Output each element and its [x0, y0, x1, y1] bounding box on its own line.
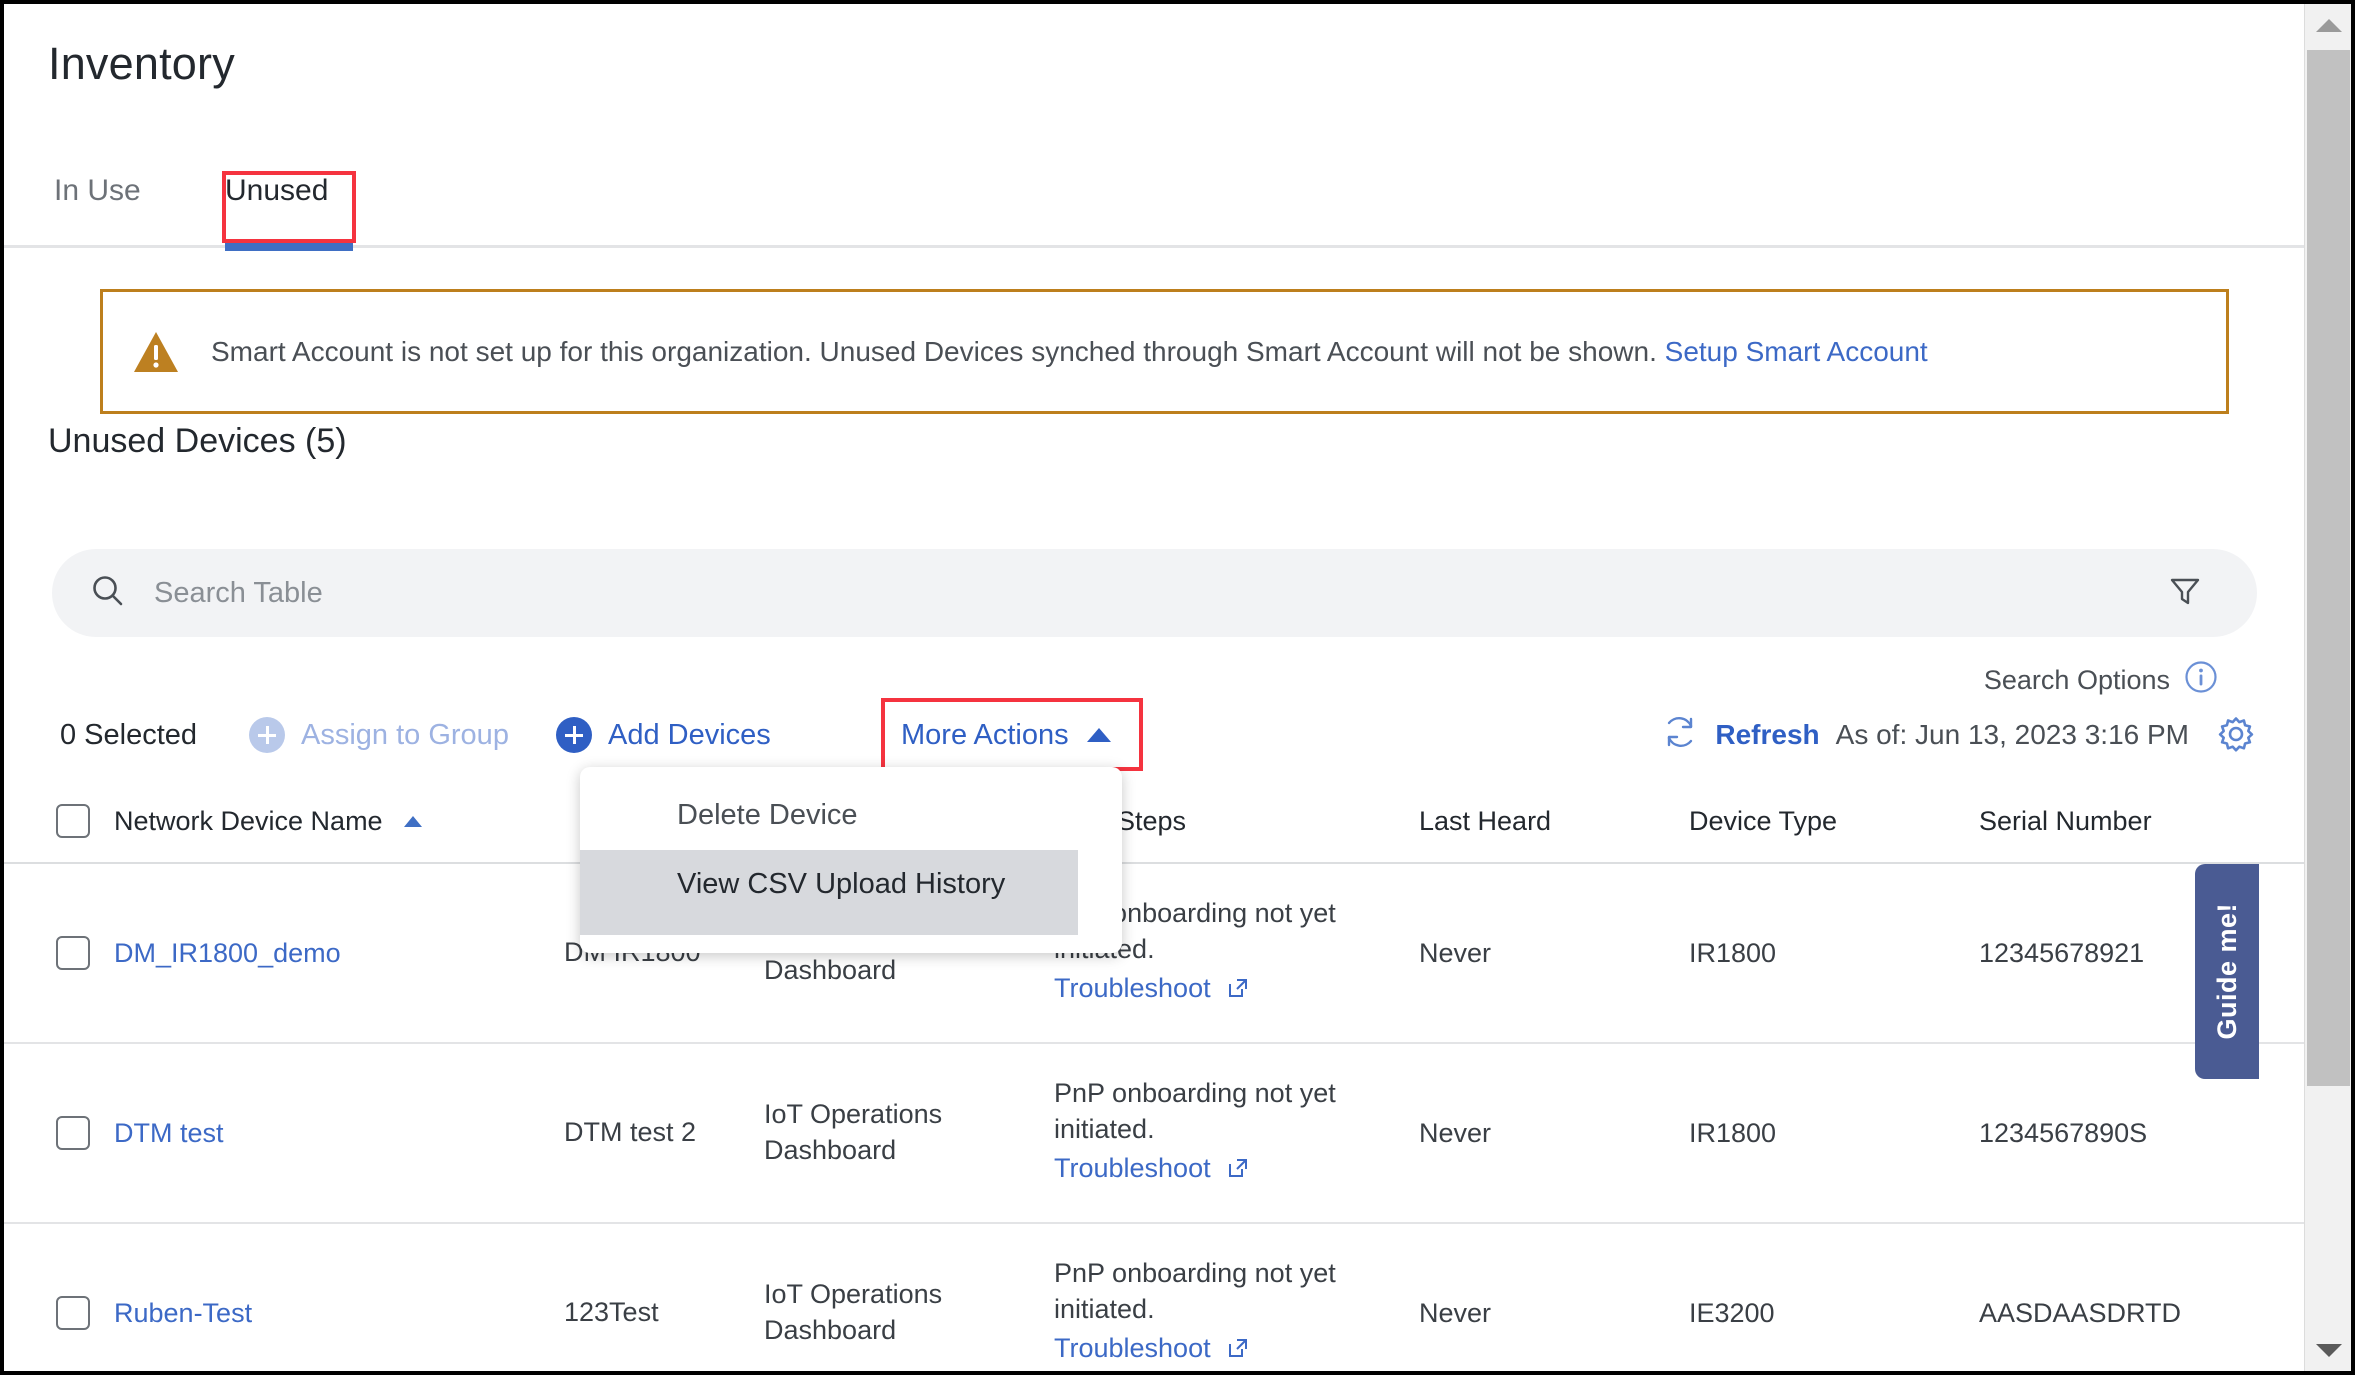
cell-device-type: IR1800 [1689, 937, 1777, 968]
search-options-control[interactable]: Search Options [1984, 660, 2218, 701]
refresh-label[interactable]: Refresh [1715, 719, 1819, 751]
cell-network-device-name: Ruben-Test [114, 1298, 564, 1329]
row-select-cell [4, 1296, 114, 1330]
row-checkbox[interactable] [56, 936, 90, 970]
troubleshoot-line: Troubleshoot [1054, 1151, 1409, 1190]
search-icon [90, 573, 126, 614]
assign-to-group-label: Assign to Group [301, 718, 509, 751]
inventory-page: Inventory In Use Unused Smart Account is… [4, 4, 2304, 1371]
cell-hidden-1: 123Test [564, 1297, 659, 1328]
table-row[interactable]: DM_IR1800_demo DM IR1800 IoT Operations … [4, 864, 2304, 1044]
device-name-link[interactable]: Ruben-Test [114, 1298, 252, 1328]
add-devices-button[interactable]: Add Devices [556, 700, 771, 770]
troubleshoot-link[interactable]: Troubleshoot [1054, 1153, 1211, 1183]
cell-last-heard: Never [1419, 1297, 1492, 1328]
menu-item-delete-device[interactable]: Delete Device [580, 781, 1122, 850]
filter-funnel-icon[interactable] [2167, 573, 2203, 614]
inventory-tabs: In Use Unused [4, 154, 2304, 251]
assign-to-group-button[interactable]: Assign to Group [249, 700, 509, 770]
selected-count-label: 0 Selected [60, 718, 198, 751]
search-table-bar[interactable] [52, 549, 2257, 637]
column-header-serial-number[interactable]: Serial Number [1979, 806, 2299, 837]
page-scrollbar[interactable] [2304, 4, 2351, 1371]
cell-hidden-1: DTM test 2 [564, 1117, 697, 1148]
refresh-group: Refresh As of: Jun 13, 2023 3:16 PM [1661, 700, 2189, 770]
setup-smart-account-link[interactable]: Setup Smart Account [1665, 336, 1928, 367]
cell-hidden-2: IoT Operations Dashboard [764, 1279, 943, 1345]
cell-last-heard: Never [1419, 937, 1492, 968]
cell-serial-number: AASDAASDRTD [1979, 1297, 2182, 1328]
cell-network-device-name: DM_IR1800_demo [114, 938, 564, 969]
row-select-cell [4, 936, 114, 970]
row-checkbox[interactable] [56, 1296, 90, 1330]
menu-item-view-csv-upload-history[interactable]: View CSV Upload History [580, 850, 1078, 935]
smart-account-warning-banner: Smart Account is not set up for this org… [100, 289, 2229, 414]
troubleshoot-line: Troubleshoot [1054, 971, 1409, 1010]
search-options-label: Search Options [1983, 665, 2170, 695]
scroll-down-arrow-icon[interactable] [2305, 1329, 2351, 1371]
troubleshoot-link[interactable]: Troubleshoot [1054, 1333, 1211, 1363]
external-link-icon [1226, 1156, 1250, 1186]
warning-message-text: Smart Account is not set up for this org… [211, 335, 1657, 367]
tab-active-underline [225, 242, 353, 251]
next-steps-text: PnP onboarding not yet initiated. [1054, 1077, 1336, 1144]
cell-device-type: IE3200 [1689, 1297, 1775, 1328]
device-name-link[interactable]: DTM test [114, 1118, 224, 1148]
gear-icon[interactable] [2216, 714, 2256, 759]
scroll-up-arrow-icon[interactable] [2305, 4, 2351, 46]
external-link-icon [1226, 1336, 1250, 1366]
unused-devices-table: Network Device Name Next Steps Last Hear… [4, 780, 2304, 1371]
browser-viewport: Inventory In Use Unused Smart Account is… [0, 0, 2355, 1375]
column-header-device-type[interactable]: Device Type [1689, 806, 1979, 837]
scrollbar-thumb[interactable] [2307, 50, 2350, 1086]
cell-last-heard: Never [1419, 1117, 1492, 1148]
cell-next-steps: PnP onboarding not yet initiated. Troubl… [1054, 1256, 1419, 1371]
guide-me-label: Guide me! [2211, 903, 2242, 1040]
table-row[interactable]: DTM test DTM test 2 IoT Operations Dashb… [4, 1044, 2304, 1224]
more-actions-button[interactable]: More Actions [901, 700, 1111, 770]
plus-circle-icon [249, 717, 285, 753]
refresh-icon[interactable] [1661, 713, 1699, 758]
more-actions-dropdown-menu: Delete Device View CSV Upload History [580, 767, 1122, 953]
sort-ascending-icon [404, 815, 423, 827]
guide-me-tab[interactable]: Guide me! [2195, 864, 2259, 1079]
troubleshoot-line: Troubleshoot [1054, 1331, 1409, 1370]
tab-unused[interactable]: Unused [219, 164, 334, 234]
search-input[interactable] [152, 575, 2167, 611]
column-header-network-device-name[interactable]: Network Device Name [114, 806, 564, 837]
column-header-label: Network Device Name [114, 805, 383, 836]
cell-device-type: IR1800 [1689, 1117, 1777, 1148]
plus-circle-icon [556, 717, 592, 753]
info-circle-icon[interactable] [2184, 660, 2218, 701]
unused-devices-heading: Unused Devices (5) [48, 422, 347, 460]
cell-network-device-name: DTM test [114, 1118, 564, 1149]
column-header-last-heard[interactable]: Last Heard [1419, 806, 1689, 837]
caret-up-icon [1086, 728, 1111, 742]
table-header-row: Network Device Name Next Steps Last Hear… [4, 780, 2304, 864]
select-all-cell [4, 804, 114, 838]
cell-hidden-2: IoT Operations Dashboard [764, 1099, 943, 1165]
select-all-checkbox[interactable] [56, 804, 90, 838]
table-row[interactable]: Ruben-Test 123Test IoT Operations Dashbo… [4, 1224, 2304, 1371]
cell-serial-number: 1234567890S [1979, 1117, 2148, 1148]
row-select-cell [4, 1116, 114, 1150]
more-actions-label: More Actions [901, 718, 1069, 751]
row-checkbox[interactable] [56, 1116, 90, 1150]
page-title: Inventory [48, 38, 235, 89]
cell-next-steps: PnP onboarding not yet initiated. Troubl… [1054, 1076, 1419, 1191]
external-link-icon [1226, 976, 1250, 1006]
troubleshoot-link[interactable]: Troubleshoot [1054, 973, 1211, 1003]
warning-message: Smart Account is not set up for this org… [211, 335, 1928, 369]
next-steps-text: PnP onboarding not yet initiated. [1054, 1257, 1336, 1324]
add-devices-label: Add Devices [608, 718, 771, 751]
warning-triangle-icon [133, 330, 179, 374]
as-of-timestamp: As of: Jun 13, 2023 3:16 PM [1835, 719, 2189, 750]
device-name-link[interactable]: DM_IR1800_demo [114, 938, 341, 968]
tab-in-use[interactable]: In Use [48, 164, 147, 234]
